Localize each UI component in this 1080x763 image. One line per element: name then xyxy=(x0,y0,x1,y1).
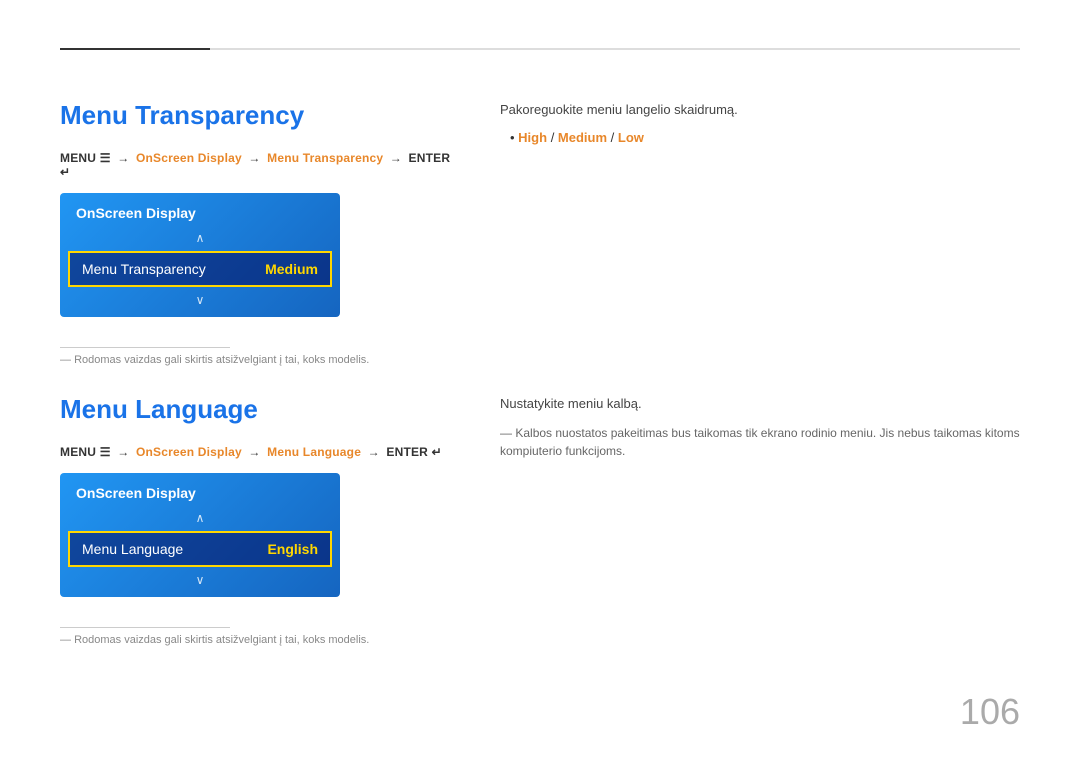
menu-icon: ☰ xyxy=(100,151,115,165)
menu-language-widget: OnScreen Display ∧ Menu Language English… xyxy=(60,473,340,597)
page-number: 106 xyxy=(960,691,1020,733)
bullet-char: • xyxy=(510,130,518,145)
arrow-2: → xyxy=(248,151,260,165)
option-medium: Medium xyxy=(558,130,607,145)
onscreen-display-link: OnScreen Display xyxy=(136,151,245,165)
onscreen-display-link-2: OnScreen Display xyxy=(136,445,245,459)
breadcrumb-transparency: MENU ☰ → OnScreen Display → Menu Transpa… xyxy=(60,151,460,179)
menu-language-link: Menu Language xyxy=(267,445,364,459)
option-high: High xyxy=(518,130,547,145)
menu-language-section: Menu Language MENU ☰ → OnScreen Display … xyxy=(60,394,1020,597)
menu-transparency-link: Menu Transparency xyxy=(267,151,387,165)
widget-header-language: OnScreen Display xyxy=(60,473,340,509)
row-label-transparency: Menu Transparency xyxy=(82,261,206,277)
divider-line-language xyxy=(60,627,230,628)
widget-up-arrow: ∧ xyxy=(60,229,340,251)
separator-language: Rodomas vaizdas gali skirtis atsižvelgia… xyxy=(60,627,1020,646)
transparency-description: Pakoreguokite meniu langelio skaidrumą. xyxy=(500,100,1020,120)
language-note-desc: Kalbos nuostatos pakeitimas bus taikomas… xyxy=(500,424,1020,460)
arrow-1b: → xyxy=(117,445,129,459)
transparency-options: • High / Medium / Low xyxy=(510,130,1020,145)
arrow-2b: → xyxy=(248,445,260,459)
row-label-language: Menu Language xyxy=(82,541,183,557)
enter-icon-2: ↵ xyxy=(432,445,442,459)
menu-transparency-widget: OnScreen Display ∧ Menu Transparency Med… xyxy=(60,193,340,317)
enter-label: ENTER xyxy=(409,151,451,165)
section-left-transparency: Menu Transparency MENU ☰ → OnScreen Disp… xyxy=(60,100,460,317)
menu-language-row: Menu Language English xyxy=(68,531,332,567)
option-slash-1: / xyxy=(551,130,558,145)
row-value-language: English xyxy=(267,541,318,557)
widget-up-arrow-2: ∧ xyxy=(60,509,340,531)
section-right-transparency: Pakoreguokite meniu langelio skaidrumą. … xyxy=(460,100,1020,317)
enter-label-2: ENTER xyxy=(386,445,431,459)
menu-label: MENU xyxy=(60,151,96,165)
widget-header-transparency: OnScreen Display xyxy=(60,193,340,229)
language-description: Nustatykite meniu kalbą. xyxy=(500,394,1020,414)
section-right-language: Nustatykite meniu kalbą. Kalbos nuostato… xyxy=(460,394,1020,597)
widget-down-arrow: ∨ xyxy=(60,287,340,317)
breadcrumb-language: MENU ☰ → OnScreen Display → Menu Languag… xyxy=(60,445,460,459)
menu-label-2: MENU xyxy=(60,445,96,459)
divider-line-transparency xyxy=(60,347,230,348)
menu-transparency-section: Menu Transparency MENU ☰ → OnScreen Disp… xyxy=(60,100,1020,317)
menu-language-title: Menu Language xyxy=(60,394,460,425)
menu-icon-2: ☰ xyxy=(100,445,115,459)
section-left-language: Menu Language MENU ☰ → OnScreen Display … xyxy=(60,394,460,597)
option-low: Low xyxy=(618,130,644,145)
arrow-3b: → xyxy=(368,445,380,459)
menu-transparency-row: Menu Transparency Medium xyxy=(68,251,332,287)
separator-transparency: Rodomas vaizdas gali skirtis atsižvelgia… xyxy=(60,347,1020,366)
enter-icon: ↵ xyxy=(60,165,70,179)
note-transparency: Rodomas vaizdas gali skirtis atsižvelgia… xyxy=(60,354,1020,366)
arrow-1: → xyxy=(117,151,129,165)
row-value-transparency: Medium xyxy=(265,261,318,277)
arrow-3: → xyxy=(390,151,402,165)
note-language: Rodomas vaizdas gali skirtis atsižvelgia… xyxy=(60,634,1020,646)
menu-transparency-title: Menu Transparency xyxy=(60,100,460,131)
option-slash-2: / xyxy=(611,130,618,145)
widget-down-arrow-2: ∨ xyxy=(60,567,340,597)
